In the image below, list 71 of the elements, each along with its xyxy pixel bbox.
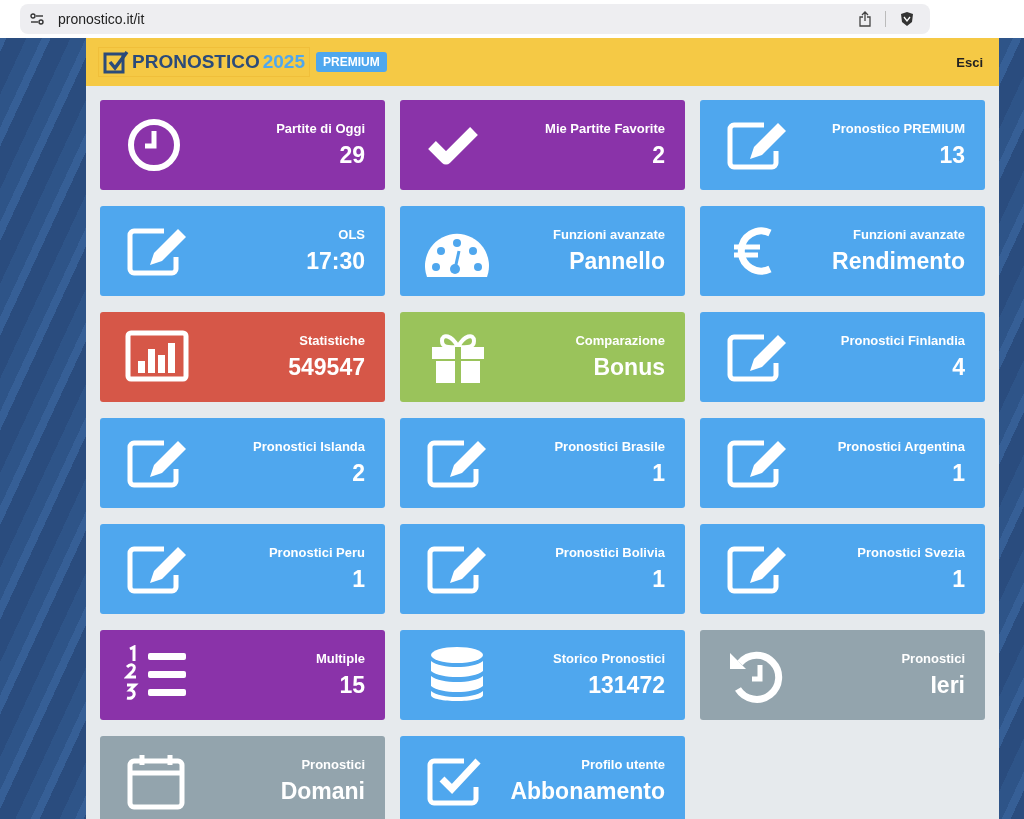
- tile-value: Ieri: [930, 672, 965, 699]
- dashboard-tile[interactable]: Multiple 15: [100, 630, 385, 720]
- dashboard-tile[interactable]: Pronostico PREMIUM 13: [700, 100, 985, 190]
- tile-value: 131472: [588, 672, 665, 699]
- tile-value: 4: [952, 354, 965, 381]
- tile-label: Pronostici Bolivia: [555, 545, 665, 560]
- tile-label: Storico Pronostici: [553, 651, 665, 666]
- tile-label: Pronostici Finlandia: [840, 333, 965, 348]
- dashboard-tile[interactable]: Storico Pronostici 131472: [400, 630, 685, 720]
- tile-label: Partite di Oggi: [276, 121, 365, 136]
- dashboard-tile[interactable]: Pronostici Brasile 1: [400, 418, 685, 508]
- tile-value: 17:30: [306, 248, 365, 275]
- dashboard-tile[interactable]: Pronostici Peru 1: [100, 524, 385, 614]
- dashboard-tile[interactable]: Mie Partite Favorite 2: [400, 100, 685, 190]
- tile-value: 549547: [288, 354, 365, 381]
- tile-label: Pronostici Argentina: [837, 439, 965, 454]
- tile-value: Bonus: [593, 354, 665, 381]
- dashboard-tile[interactable]: Funzioni avanzate Rendimento: [700, 206, 985, 296]
- tile-value: 1: [652, 460, 665, 487]
- shield-icon[interactable]: [900, 11, 914, 27]
- premium-badge: PREMIUM: [316, 52, 387, 72]
- tile-value: 1: [952, 566, 965, 593]
- tile-value: 29: [339, 142, 365, 169]
- tile-value: 1: [352, 566, 365, 593]
- dashboard-tile[interactable]: Pronostici Argentina 1: [700, 418, 985, 508]
- logo-year: 2025: [262, 51, 305, 73]
- tile-label: Pronostico PREMIUM: [832, 121, 965, 136]
- logout-link[interactable]: Esci: [956, 54, 983, 70]
- dashboard-tile[interactable]: Pronostici Domani: [100, 736, 385, 819]
- dashboard-tile[interactable]: Funzioni avanzate Pannello: [400, 206, 685, 296]
- dashboard-tile[interactable]: Partite di Oggi 29: [100, 100, 385, 190]
- url-text: pronostico.it/it: [58, 11, 145, 27]
- tile-label: Mie Partite Favorite: [545, 121, 665, 136]
- dashboard-tile[interactable]: Profilo utente Abbonamento: [400, 736, 685, 819]
- tile-label: OLS: [338, 227, 365, 242]
- tile-value: 2: [652, 142, 665, 169]
- tile-label: Funzioni avanzate: [853, 227, 965, 242]
- tile-value: Domani: [280, 778, 365, 805]
- dashboard-tile[interactable]: OLS 17:30: [100, 206, 385, 296]
- site-logo[interactable]: PRONOSTICO 2025: [98, 47, 310, 77]
- tile-value: 1: [652, 566, 665, 593]
- tile-label: Pronostici Svezia: [857, 545, 965, 560]
- tile-value: Rendimento: [832, 248, 965, 275]
- tile-label: Profilo utente: [581, 757, 665, 772]
- dashboard-tile[interactable]: Statistiche 549547: [100, 312, 385, 402]
- dashboard-tile[interactable]: Comparazione Bonus: [400, 312, 685, 402]
- tile-value: Pannello: [569, 248, 665, 275]
- share-icon[interactable]: [859, 11, 871, 27]
- address-bar[interactable]: pronostico.it/it: [20, 4, 930, 34]
- dashboard-tile[interactable]: Pronostici Finlandia 4: [700, 312, 985, 402]
- tile-value: Abbonamento: [510, 778, 665, 805]
- tile-value: 15: [339, 672, 365, 699]
- dashboard-tile[interactable]: Pronostici Ieri: [700, 630, 985, 720]
- logo-text: PRONOSTICO: [132, 51, 260, 73]
- tile-label: Comparazione: [575, 333, 665, 348]
- tile-label: Multiple: [315, 651, 365, 666]
- dashboard-tile[interactable]: Pronostici Islanda 2: [100, 418, 385, 508]
- tile-label: Pronostici: [901, 651, 965, 666]
- tile-value: 13: [939, 142, 965, 169]
- tile-label: Pronostici: [301, 757, 365, 772]
- tile-label: Pronostici Brasile: [554, 439, 665, 454]
- tile-label: Funzioni avanzate: [553, 227, 665, 242]
- tile-label: Pronostici Peru: [268, 545, 365, 560]
- tile-label: Pronostici Islanda: [253, 439, 365, 454]
- dashboard-tile[interactable]: Pronostici Bolivia 1: [400, 524, 685, 614]
- tile-value: 2: [352, 460, 365, 487]
- dashboard-tile[interactable]: Pronostici Svezia 1: [700, 524, 985, 614]
- site-settings-icon[interactable]: [30, 13, 44, 25]
- tile-value: 1: [952, 460, 965, 487]
- tile-label: Statistiche: [299, 333, 365, 348]
- checkbox-logo-icon: [103, 50, 129, 74]
